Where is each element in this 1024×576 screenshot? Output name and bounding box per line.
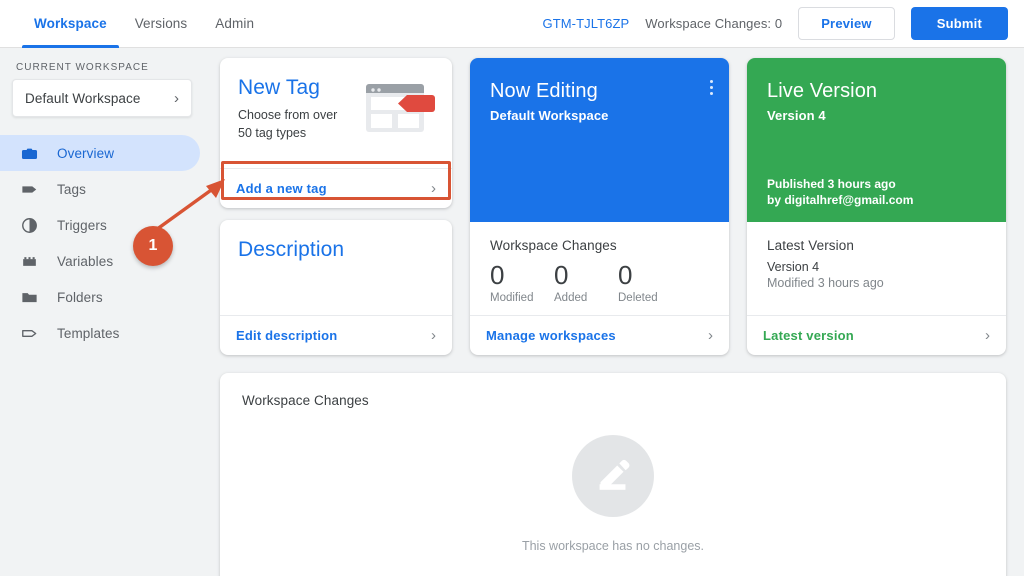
stat-added-value: 0: [554, 260, 569, 290]
latest-version-action[interactable]: Latest version ›: [747, 315, 1006, 355]
description-title: Description: [238, 238, 345, 261]
stat-added-label: Added: [554, 292, 588, 304]
tab-versions[interactable]: Versions: [121, 0, 202, 48]
new-tag-subtitle-line1: Choose from over: [238, 108, 338, 122]
manage-workspaces-label: Manage workspaces: [486, 328, 616, 343]
header-actions: GTM-TJLT6ZP Workspace Changes: 0 Preview…: [542, 7, 1024, 40]
chevron-right-icon: ›: [985, 327, 990, 344]
sidebar: CURRENT WORKSPACE Default Workspace › Ov…: [0, 48, 204, 576]
container-id-link[interactable]: GTM-TJLT6ZP: [542, 16, 629, 31]
stat-added: 0 Added: [554, 259, 618, 304]
chevron-right-icon: ›: [431, 327, 436, 344]
new-tag-subtitle-line2: 50 tag types: [238, 126, 307, 140]
sidebar-item-triggers-label: Triggers: [57, 217, 107, 233]
live-version-publish-info: Published 3 hours ago by digitalhref@gma…: [767, 176, 913, 208]
sidebar-item-templates[interactable]: Templates: [0, 315, 200, 351]
sidebar-item-overview-label: Overview: [57, 145, 115, 161]
edit-description-action[interactable]: Edit description ›: [220, 315, 452, 355]
tab-admin[interactable]: Admin: [201, 0, 268, 48]
add-new-tag-action[interactable]: Add a new tag ›: [220, 168, 452, 208]
sidebar-item-templates-label: Templates: [57, 325, 120, 341]
live-version-card: Live Version Version 4 Published 3 hours…: [747, 58, 1006, 355]
sidebar-item-variables-label: Variables: [57, 253, 114, 269]
description-card-body: Description: [220, 220, 452, 315]
description-card: Description Edit description ›: [220, 220, 452, 355]
live-version-published-time: Published 3 hours ago: [767, 177, 896, 191]
edit-description-label: Edit description: [236, 328, 338, 343]
manage-workspaces-action[interactable]: Manage workspaces ›: [470, 315, 729, 355]
chevron-right-icon: ›: [174, 89, 179, 107]
now-editing-card: Now Editing Default Workspace Workspace …: [470, 58, 729, 355]
workspace-selector[interactable]: Default Workspace ›: [12, 79, 192, 117]
stat-modified: 0 Modified: [490, 259, 554, 304]
kebab-menu-icon[interactable]: [710, 80, 713, 98]
latest-version-title: Latest Version: [767, 238, 854, 253]
empty-state-text: This workspace has no changes.: [521, 539, 705, 553]
variables-icon: [18, 250, 40, 272]
submit-button[interactable]: Submit: [910, 7, 1008, 40]
annotation-step-number: 1: [148, 237, 158, 254]
tab-workspace[interactable]: Workspace: [20, 0, 121, 48]
app-header: Workspace Versions Admin GTM-TJLT6ZP Wor…: [0, 0, 1024, 48]
tab-versions-label: Versions: [134, 16, 188, 31]
workspace-changes-stats-row: 0 Modified 0 Added 0 Deleted: [490, 259, 709, 304]
annotation-step-badge: 1: [133, 226, 173, 266]
now-editing-workspace-name: Default Workspace: [490, 108, 609, 123]
latest-version-number: Version 4: [767, 260, 820, 274]
latest-version-modified: Modified 3 hours ago: [767, 276, 884, 290]
folder-icon: [18, 286, 40, 308]
sidebar-item-folders-label: Folders: [57, 289, 103, 305]
now-editing-banner: Now Editing Default Workspace: [470, 58, 729, 222]
chevron-right-icon: ›: [431, 180, 436, 197]
sidebar-item-tags[interactable]: Tags: [0, 171, 200, 207]
workspace-selector-name: Default Workspace: [25, 90, 141, 106]
main-content: New Tag Choose from over 50 tag types Ad…: [204, 48, 1024, 576]
gtm-workspace-overview-page: Workspace Versions Admin GTM-TJLT6ZP Wor…: [0, 0, 1024, 576]
trigger-icon: [18, 214, 40, 236]
stat-deleted-label: Deleted: [618, 292, 658, 304]
latest-version-info: Latest Version Version 4 Modified 3 hour…: [747, 222, 1006, 315]
sidebar-item-tags-label: Tags: [57, 181, 86, 197]
workspace-changes-panel-title: Workspace Changes: [242, 393, 369, 408]
live-version-title: Live Version: [767, 80, 878, 102]
chevron-right-icon: ›: [708, 327, 713, 344]
add-new-tag-label: Add a new tag: [236, 181, 327, 196]
stat-deleted-value: 0: [618, 260, 633, 290]
browser-window-with-tag-icon: [360, 82, 442, 137]
live-version-banner: Live Version Version 4 Published 3 hours…: [747, 58, 1006, 222]
new-tag-card: New Tag Choose from over 50 tag types Ad…: [220, 58, 452, 208]
live-version-published-by: by digitalhref@gmail.com: [767, 193, 914, 207]
workspace-changes-stats-title: Workspace Changes: [490, 238, 617, 253]
tab-workspace-label: Workspace: [34, 16, 107, 31]
stat-modified-value: 0: [490, 260, 505, 290]
tab-admin-label: Admin: [215, 16, 255, 31]
live-version-number: Version 4: [767, 108, 826, 123]
workspace-changes-stats: Workspace Changes 0 Modified 0 Added 0 D…: [470, 222, 729, 315]
sidebar-nav-list: Overview Tags Triggers Variables Folders…: [0, 135, 204, 351]
now-editing-title: Now Editing: [490, 80, 598, 102]
overview-icon: [18, 142, 40, 164]
primary-nav-tabs: Workspace Versions Admin: [20, 0, 268, 48]
stat-modified-label: Modified: [490, 292, 534, 304]
template-icon: [18, 322, 40, 344]
new-tag-subtitle: Choose from over 50 tag types: [238, 106, 353, 142]
sidebar-item-overview[interactable]: Overview: [0, 135, 200, 171]
workspace-changes-panel: Workspace Changes This workspace has no …: [220, 373, 1006, 576]
empty-state: This workspace has no changes.: [220, 435, 1006, 553]
stat-deleted: 0 Deleted: [618, 259, 682, 304]
preview-button[interactable]: Preview: [798, 7, 895, 40]
edit-pencil-icon: [572, 435, 654, 517]
latest-version-label: Latest version: [763, 328, 854, 343]
workspace-changes-count: Workspace Changes: 0: [645, 16, 783, 31]
current-workspace-label: CURRENT WORKSPACE: [16, 62, 149, 73]
sidebar-item-folders[interactable]: Folders: [0, 279, 200, 315]
new-tag-card-body: New Tag Choose from over 50 tag types: [220, 58, 452, 168]
tag-icon: [18, 178, 40, 200]
